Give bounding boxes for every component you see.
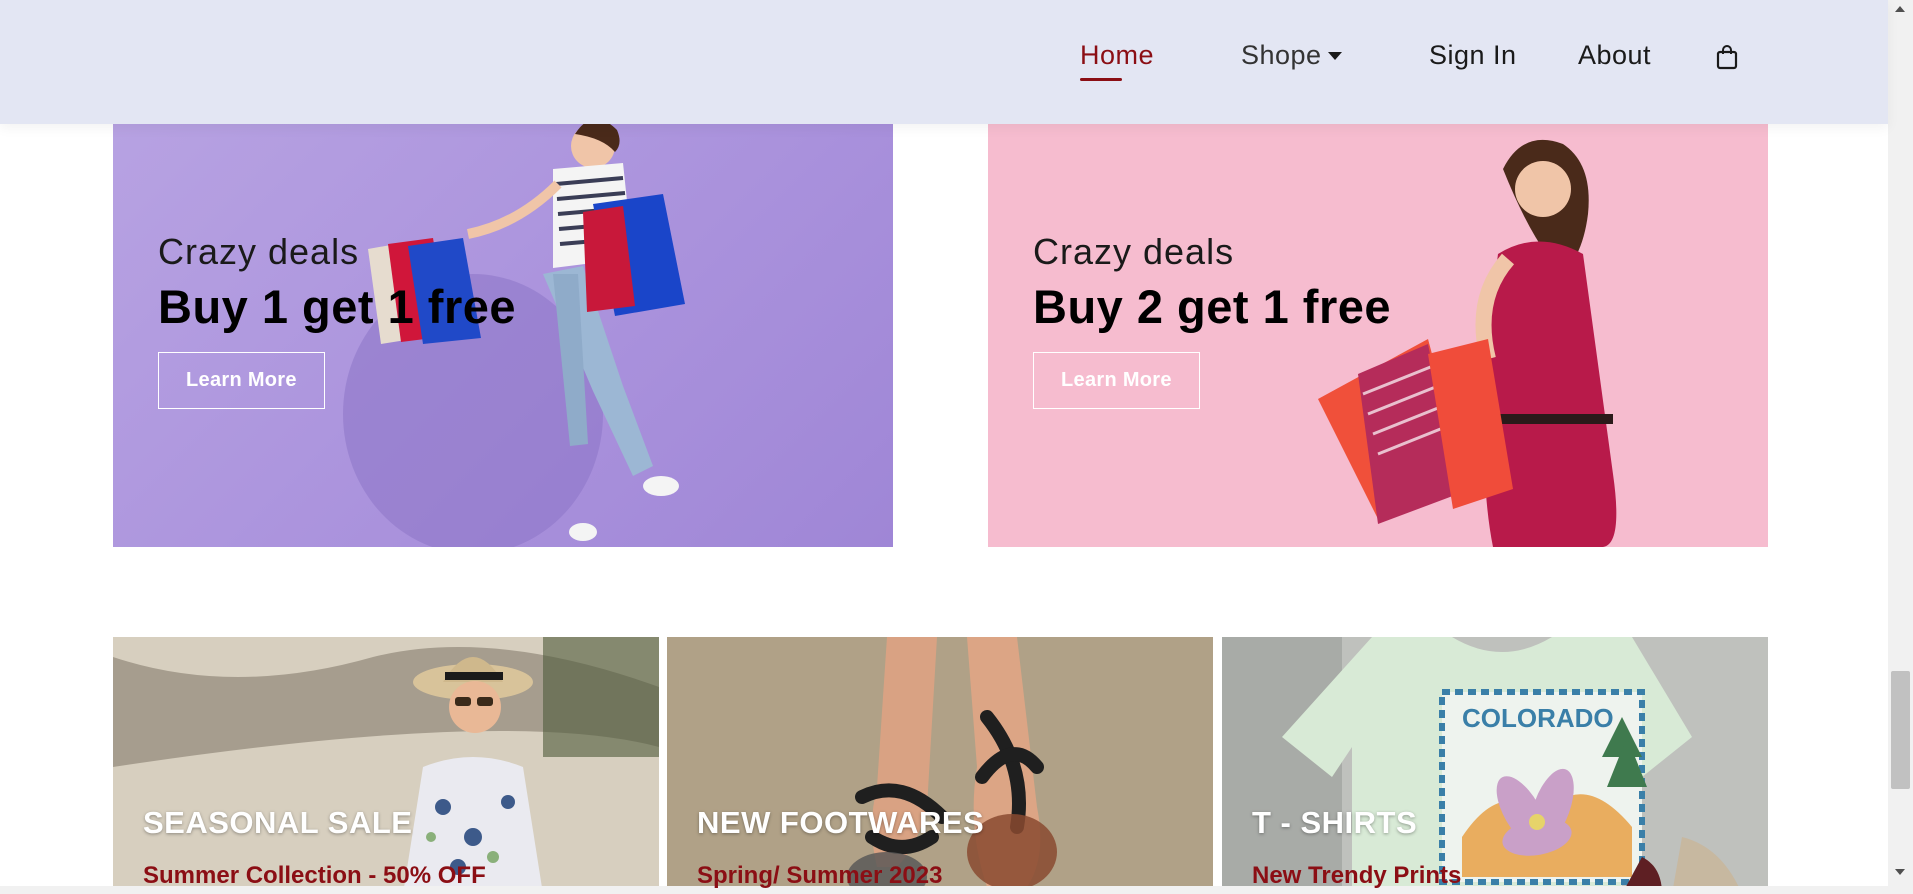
banner-2-learn-more-button[interactable]: Learn More (1033, 352, 1200, 409)
banner-1-text: Crazy deals Buy 1 get 1 free Learn More (158, 231, 516, 409)
card-3-subtitle: New Trendy Prints (1252, 862, 1462, 889)
card-1-title: SEASONAL SALE (143, 805, 413, 840)
nav-home-link[interactable]: Home (1080, 40, 1154, 81)
t-shirts-photo: COLORADO (1222, 637, 1768, 894)
scroll-down-arrow-icon[interactable] (1895, 869, 1905, 875)
card-2-title: NEW FOOTWARES (697, 805, 985, 840)
nav-shop-link[interactable]: Shope (1241, 40, 1342, 71)
caret-down-icon (1327, 52, 1342, 60)
nav-about-link[interactable]: About (1578, 40, 1651, 71)
card-2-subtitle: Spring/ Summer 2023 (697, 862, 943, 889)
scrollbar-thumb[interactable] (1891, 671, 1910, 789)
nav-shop-label: Shope (1241, 40, 1322, 70)
new-footwares-photo (667, 637, 1213, 894)
banner-2-headline: Buy 2 get 1 free (1033, 280, 1392, 333)
banner-2-text: Crazy deals Buy 2 get 1 free Learn More (1033, 231, 1391, 409)
seasonal-sale-photo (113, 637, 659, 894)
svg-text:COLORADO: COLORADO (1462, 703, 1614, 733)
nav-signin-link[interactable]: Sign In (1429, 40, 1517, 71)
banner-2-eyebrow: Crazy deals (1033, 231, 1235, 272)
scroll-up-arrow-icon[interactable] (1895, 6, 1905, 12)
banner-1-eyebrow: Crazy deals (158, 231, 360, 272)
category-card-new-footwares[interactable]: NEW FOOTWARES Spring/ Summer 2023 (667, 637, 1213, 894)
promo-banner-1: Crazy deals Buy 1 get 1 free Learn More (113, 124, 893, 547)
top-navbar: Home Shope Sign In About (0, 0, 1888, 124)
banner-1-learn-more-button[interactable]: Learn More (158, 352, 325, 409)
banner-1-headline: Buy 1 get 1 free (158, 280, 517, 333)
card-1-subtitle: Summer Collection - 50% OFF (143, 862, 486, 889)
category-card-seasonal-sale[interactable]: SEASONAL SALE Summer Collection - 50% OF… (113, 637, 659, 894)
category-card-t-shirts[interactable]: COLORADO T - SHIRTS New Trendy Prints (1222, 637, 1768, 894)
card-3-title: T - SHIRTS (1252, 805, 1418, 840)
shopping-bag-icon[interactable] (1716, 44, 1738, 70)
promo-banner-2: Crazy deals Buy 2 get 1 free Learn More (988, 124, 1768, 547)
